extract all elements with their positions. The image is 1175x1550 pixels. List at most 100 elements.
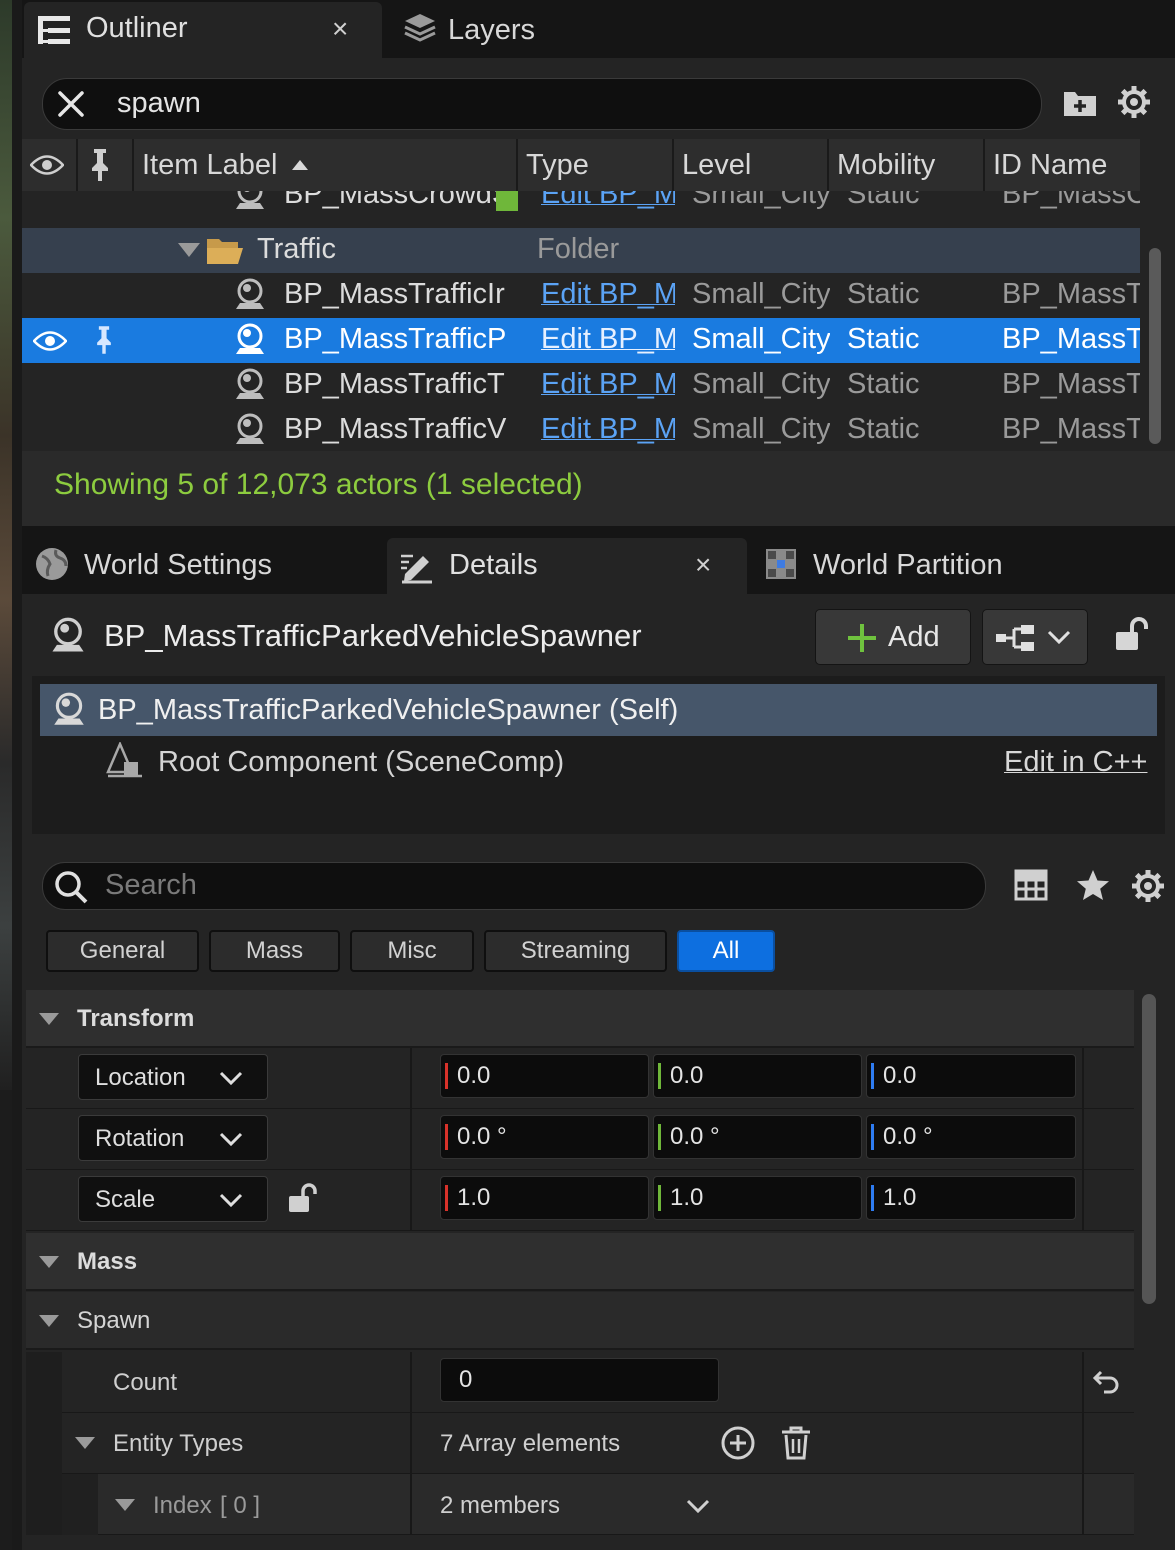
list-item[interactable]: BP_MassCrowdS Edit BP_M Small_City Stati… <box>22 191 1140 218</box>
property-row-scale: Scale 1.0 1.0 1.0 <box>26 1170 1134 1231</box>
list-item-selected[interactable]: BP_MassTrafficP Edit BP_M Small_City Sta… <box>22 318 1140 363</box>
sim-badge <box>496 191 518 211</box>
add-component-button[interactable]: Add <box>815 609 971 665</box>
id-name-text: BP_MassC <box>1002 191 1140 210</box>
globe-icon <box>34 546 70 582</box>
column-id-name[interactable]: ID Name <box>985 139 1140 191</box>
list-item[interactable]: BP_MassTrafficT Edit BP_M Small_City Sta… <box>22 363 1140 408</box>
delete-trash-icon[interactable] <box>780 1425 812 1461</box>
x-axis-indicator <box>445 1185 448 1211</box>
edit-blueprint-link[interactable]: Edit BP_M <box>541 368 675 401</box>
close-icon[interactable]: × <box>695 549 711 581</box>
tab-details[interactable]: Details × <box>387 538 747 594</box>
filter-misc[interactable]: Misc <box>350 930 474 972</box>
edit-in-cpp-link[interactable]: Edit in C++ <box>1004 746 1147 779</box>
column-level[interactable]: Level <box>674 139 829 191</box>
property-row-rotation: Rotation 0.0 ° 0.0 ° 0.0 ° <box>26 1109 1134 1170</box>
category-spawn[interactable]: Spawn <box>26 1292 1134 1350</box>
expand-arrow-icon[interactable] <box>38 1255 60 1269</box>
rotation-y-field[interactable]: 0.0 ° <box>653 1115 862 1159</box>
actor-icon <box>232 367 268 403</box>
table-view-icon[interactable] <box>1014 868 1048 902</box>
scale-x-field[interactable]: 1.0 <box>440 1176 649 1220</box>
details-scrollbar[interactable] <box>1142 994 1156 1304</box>
pin-icon[interactable] <box>92 322 116 358</box>
details-tab-bar: World Settings Details × World Partition <box>22 526 1175 594</box>
rotation-x-field[interactable]: 0.0 ° <box>440 1115 649 1159</box>
expand-arrow-icon[interactable] <box>114 1498 136 1512</box>
edit-blueprint-link[interactable]: Edit BP_M <box>541 278 675 311</box>
item-label: BP_MassCrowdS <box>284 191 512 210</box>
chevron-down-icon <box>219 1193 243 1207</box>
expand-arrow-icon[interactable] <box>38 1012 60 1026</box>
location-dropdown[interactable]: Location <box>78 1054 268 1100</box>
component-self-row[interactable]: BP_MassTrafficParkedVehicleSpawner (Self… <box>40 684 1157 736</box>
edit-blueprint-link[interactable]: Edit BP_M <box>541 191 675 211</box>
filter-all[interactable]: All <box>677 930 775 972</box>
count-field[interactable]: 0 <box>440 1358 719 1402</box>
scale-z-field[interactable]: 1.0 <box>866 1176 1076 1220</box>
column-item-label[interactable]: Item Label <box>134 139 518 191</box>
category-mass[interactable]: Mass <box>26 1233 1134 1291</box>
rotation-z-field[interactable]: 0.0 ° <box>866 1115 1076 1159</box>
filter-mass[interactable]: Mass <box>209 930 340 972</box>
collapse-arrow-icon[interactable] <box>177 242 201 258</box>
category-transform[interactable]: Transform <box>26 990 1134 1048</box>
property-row-location: Location 0.0 0.0 0.0 <box>26 1048 1134 1109</box>
index-label: Index <box>153 1492 212 1519</box>
scale-y-field[interactable]: 1.0 <box>653 1176 862 1220</box>
chevron-down-icon[interactable] <box>686 1499 710 1513</box>
outliner-panel: spawn Item Label Type Level Mobility ID … <box>22 58 1175 526</box>
column-divider <box>1082 1352 1084 1413</box>
details-search-input[interactable]: Search <box>105 869 197 902</box>
location-z-field[interactable]: 0.0 <box>866 1054 1076 1098</box>
column-mobility[interactable]: Mobility <box>829 139 985 191</box>
filter-streaming[interactable]: Streaming <box>484 930 667 972</box>
settings-gear-icon[interactable] <box>1116 84 1152 120</box>
list-item[interactable]: BP_MassTrafficIr Edit BP_M Small_City St… <box>22 273 1140 318</box>
reset-to-default-icon[interactable] <box>1092 1369 1120 1395</box>
tab-layers[interactable]: Layers <box>392 2 652 58</box>
clear-search-icon[interactable] <box>55 88 87 120</box>
z-axis-indicator <box>871 1185 874 1211</box>
tab-world-partition[interactable]: World Partition <box>757 534 1157 594</box>
expand-arrow-icon[interactable] <box>38 1314 60 1328</box>
add-folder-icon[interactable] <box>1062 84 1098 120</box>
edit-blueprint-link[interactable]: Edit BP_M <box>541 323 675 356</box>
x-axis-indicator <box>445 1063 448 1089</box>
location-y-field[interactable]: 0.0 <box>653 1054 862 1098</box>
scale-dropdown[interactable]: Scale <box>78 1176 268 1222</box>
tab-world-settings[interactable]: World Settings <box>22 534 372 594</box>
lock-open-icon[interactable] <box>1114 616 1148 652</box>
entity-types-count: 7 Array elements <box>440 1430 621 1457</box>
eye-icon[interactable] <box>33 330 67 352</box>
filter-general[interactable]: General <box>46 930 199 972</box>
list-item[interactable]: BP_MassTrafficV Edit BP_M Small_City Sta… <box>22 408 1140 451</box>
outliner-search-input[interactable]: spawn <box>117 87 201 120</box>
actor-icon <box>232 412 268 448</box>
component-root-row[interactable]: Root Component (SceneComp) Edit in C++ <box>40 736 1157 786</box>
outliner-search-box[interactable]: spawn <box>42 78 1042 130</box>
blueprint-options-button[interactable] <box>982 609 1088 665</box>
pin-icon <box>86 147 114 183</box>
rotation-dropdown[interactable]: Rotation <box>78 1115 268 1161</box>
location-z-value: 0.0 <box>883 1062 917 1089</box>
column-type[interactable]: Type <box>518 139 674 191</box>
tab-outliner[interactable]: Outliner × <box>24 2 382 58</box>
close-icon[interactable]: × <box>332 13 348 45</box>
outliner-scrollbar[interactable] <box>1149 248 1161 444</box>
scale-lock-icon[interactable] <box>288 1182 318 1214</box>
visibility-column[interactable] <box>22 139 78 191</box>
add-element-icon[interactable] <box>720 1425 756 1461</box>
location-x-field[interactable]: 0.0 <box>440 1054 649 1098</box>
folder-row[interactable]: Traffic Folder <box>22 228 1140 273</box>
scale-label: Scale <box>95 1186 156 1213</box>
settings-gear-icon[interactable] <box>1130 868 1166 904</box>
pin-column[interactable] <box>78 139 134 191</box>
expand-arrow-icon[interactable] <box>74 1436 96 1450</box>
favorite-star-icon[interactable] <box>1076 868 1110 902</box>
edit-blueprint-link[interactable]: Edit BP_M <box>541 413 675 446</box>
details-search-box[interactable]: Search <box>42 862 986 910</box>
indent-gutter <box>26 1352 62 1413</box>
y-axis-indicator <box>658 1063 661 1089</box>
